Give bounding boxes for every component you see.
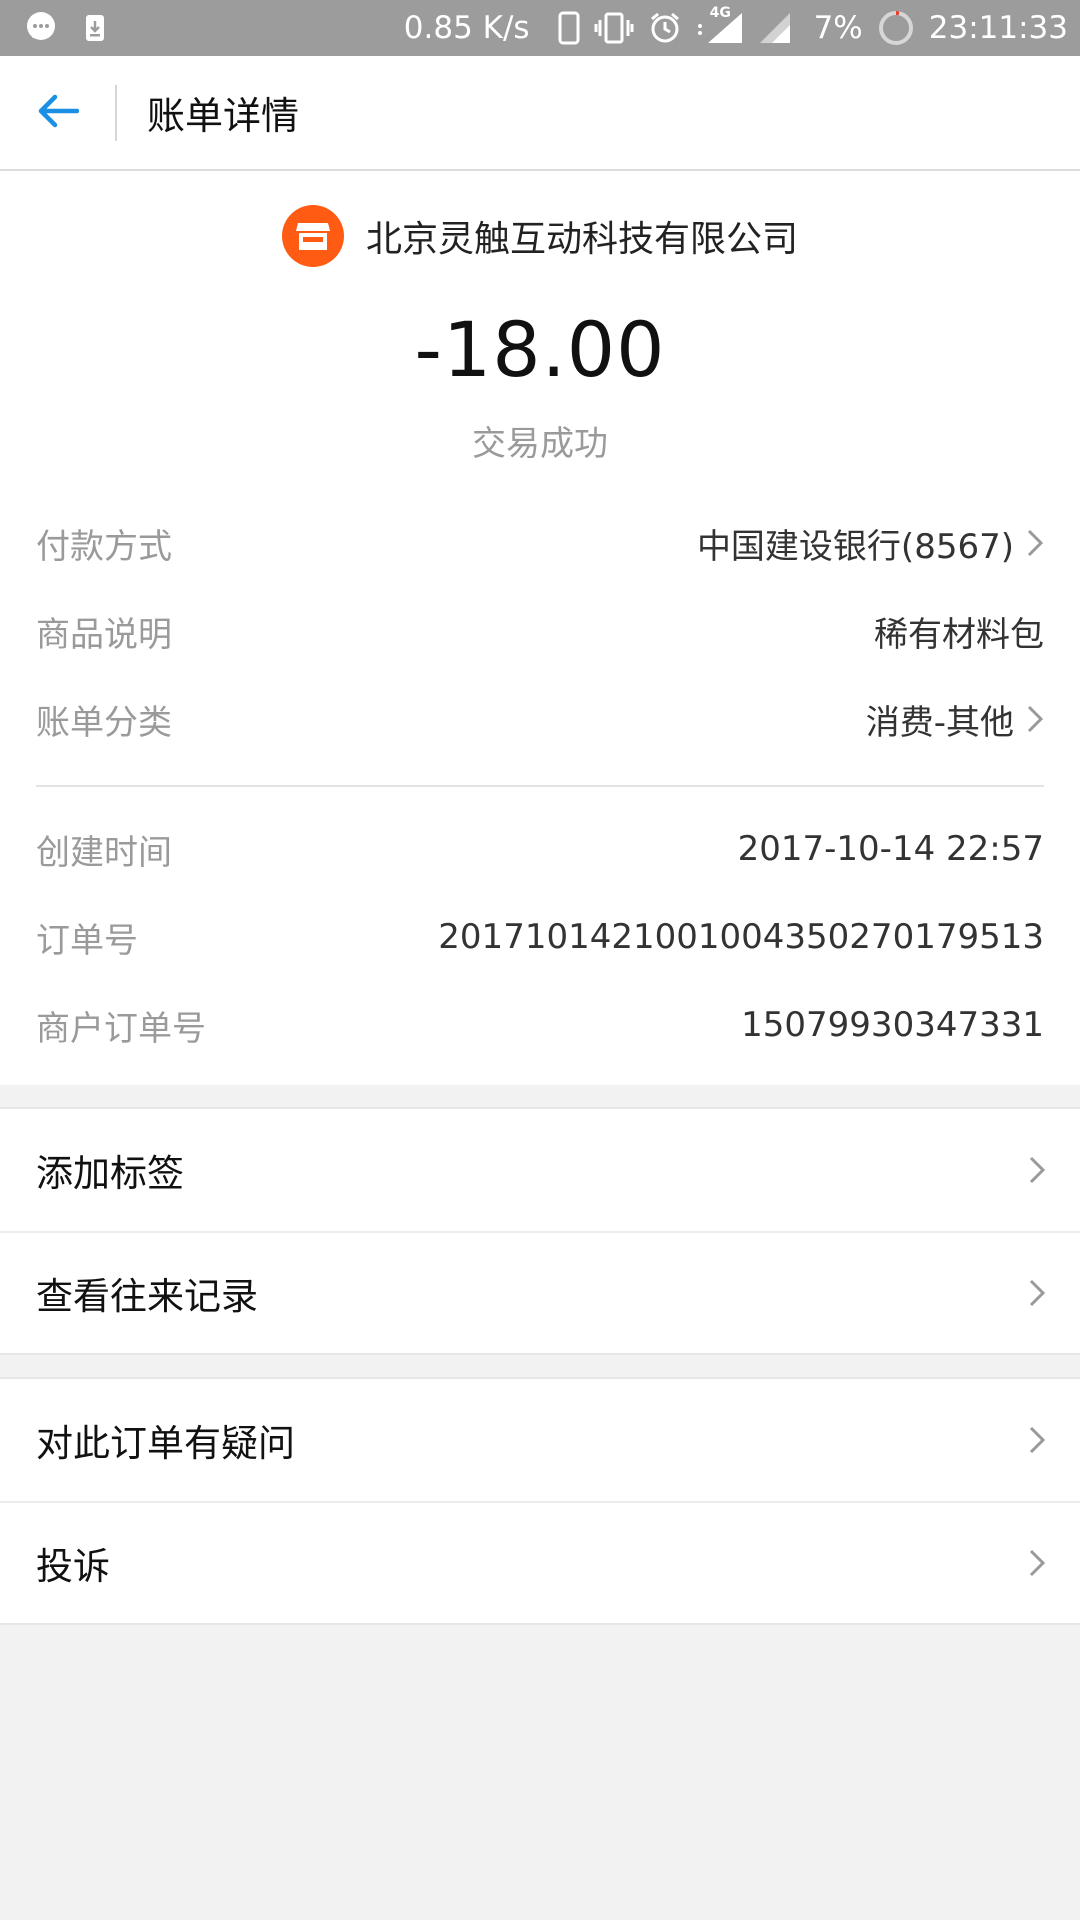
- battery-percent: 7%: [813, 10, 863, 46]
- merchant-name: 北京灵触互动科技有限公司: [365, 219, 798, 260]
- network-type-label: 4G: [709, 5, 731, 21]
- back-arrow-icon: [37, 94, 79, 132]
- product-value: 稀有材料包: [874, 614, 1044, 655]
- view-records-label: 查看往来记录: [36, 1275, 258, 1318]
- phone-icon: [558, 11, 580, 45]
- chevron-right-icon: [1026, 704, 1044, 734]
- detail-group-order: 创建时间 2017-10-14 22:57 订单号 20171014210010…: [36, 787, 1044, 1085]
- download-icon: [84, 13, 106, 43]
- payment-method-text: 中国建设银行(8567): [696, 526, 1014, 567]
- signal-2-icon: [758, 11, 792, 45]
- category-text: 消费-其他: [865, 702, 1014, 743]
- back-button[interactable]: [0, 55, 115, 170]
- complaint-row[interactable]: 投诉: [0, 1501, 1080, 1623]
- payment-method-label: 付款方式: [36, 526, 172, 567]
- product-label: 商品说明: [36, 614, 172, 655]
- chevron-right-icon: [1026, 528, 1044, 558]
- chevron-right-icon: [1028, 1548, 1046, 1578]
- order-number-label: 订单号: [36, 920, 138, 961]
- view-records-row[interactable]: 查看往来记录: [0, 1231, 1080, 1353]
- order-number-value: 2017101421001004350270179513: [438, 917, 1044, 957]
- order-number-row: 订单号 2017101421001004350270179513: [36, 893, 1044, 981]
- actions-section-2: 对此订单有疑问 投诉: [0, 1377, 1080, 1625]
- transaction-status: 交易成功: [472, 424, 608, 464]
- detail-group-payment: 付款方式 中国建设银行(8567) 商品说明 稀有材料包 账单分类 消费-其他: [36, 491, 1044, 787]
- chevron-right-icon: [1028, 1278, 1046, 1308]
- merchant-order-label: 商户订单号: [36, 1008, 206, 1049]
- clock-time: 23:11:33: [928, 10, 1068, 46]
- question-row[interactable]: 对此订单有疑问: [0, 1379, 1080, 1501]
- created-time-label: 创建时间: [36, 832, 172, 873]
- product-row: 商品说明 稀有材料包: [36, 587, 1044, 675]
- actions-section-1: 添加标签 查看往来记录: [0, 1107, 1080, 1355]
- merchant-order-value: 15079930347331: [741, 1005, 1044, 1045]
- shop-icon: [281, 205, 344, 267]
- category-label: 账单分类: [36, 702, 172, 743]
- payment-method-row[interactable]: 付款方式 中国建设银行(8567): [36, 499, 1044, 587]
- battery-icon: [877, 9, 915, 47]
- chevron-right-icon: [1028, 1425, 1046, 1455]
- status-bar: 0.85 K/s 4G 7% 23:11:33: [0, 0, 1080, 56]
- category-row[interactable]: 账单分类 消费-其他: [36, 675, 1044, 763]
- add-tag-label: 添加标签: [36, 1152, 184, 1195]
- header-divider: [115, 84, 117, 141]
- merchant-order-row: 商户订单号 15079930347331: [36, 981, 1044, 1069]
- vibrate-icon: [594, 12, 634, 44]
- network-speed: 0.85 K/s: [403, 10, 530, 46]
- bill-details: 付款方式 中国建设银行(8567) 商品说明 稀有材料包 账单分类 消费-其他: [0, 491, 1080, 1085]
- category-value: 消费-其他: [866, 695, 1044, 744]
- payment-method-value: 中国建设银行(8567): [697, 519, 1044, 568]
- page-title: 账单详情: [147, 94, 300, 138]
- chevron-right-icon: [1028, 1155, 1046, 1185]
- created-time-value: 2017-10-14 22:57: [737, 829, 1044, 869]
- bill-summary: 北京灵触互动科技有限公司 -18.00 交易成功: [0, 171, 1080, 491]
- app-header: 账单详情: [0, 56, 1080, 171]
- message-icon: [24, 11, 58, 45]
- merchant: 北京灵触互动科技有限公司: [0, 205, 1080, 267]
- alarm-icon: [648, 11, 682, 45]
- created-time-row: 创建时间 2017-10-14 22:57: [36, 805, 1044, 893]
- question-label: 对此订单有疑问: [36, 1422, 295, 1465]
- add-tag-row[interactable]: 添加标签: [0, 1109, 1080, 1231]
- complaint-label: 投诉: [36, 1545, 110, 1588]
- bill-amount: -18.00: [414, 305, 666, 394]
- signal-icon: 4G: [696, 5, 744, 45]
